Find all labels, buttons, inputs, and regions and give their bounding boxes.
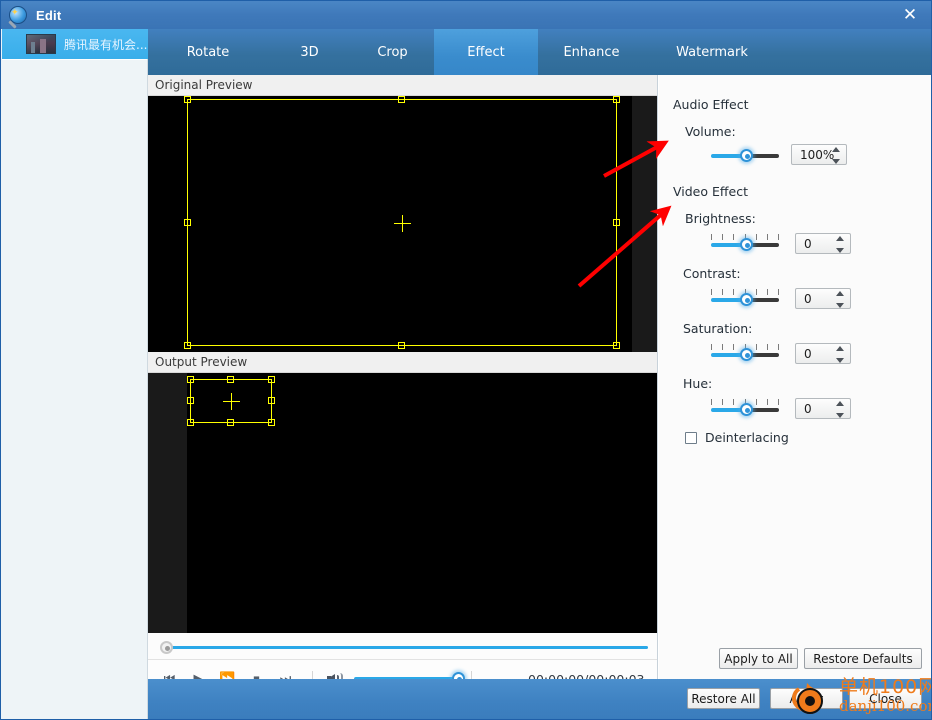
deinterlacing-checkbox-row[interactable]: Deinterlacing: [685, 430, 789, 445]
crosshair-icon: [223, 393, 240, 410]
file-list-sidebar: 腾讯最有机会...: [2, 29, 148, 719]
crop-handle-top-left[interactable]: [187, 376, 194, 383]
crop-handle-top-left[interactable]: [184, 96, 191, 103]
title-bar: ✦ Edit ✕: [1, 1, 931, 29]
deinterlacing-checkbox[interactable]: [685, 431, 697, 444]
saturation-stepper[interactable]: [835, 346, 844, 363]
close-button[interactable]: Close: [849, 688, 922, 709]
saturation-slider[interactable]: [711, 344, 779, 362]
restore-all-button[interactable]: Restore All: [687, 688, 760, 709]
tab-bar: Rotate 3D Crop Effect Enhance Watermark: [148, 29, 931, 75]
tab-3d[interactable]: 3D: [268, 29, 351, 75]
brightness-slider[interactable]: [711, 234, 779, 252]
list-item[interactable]: 腾讯最有机会...: [2, 29, 148, 59]
brightness-label: Brightness:: [685, 211, 756, 226]
audio-effect-group-title: Audio Effect: [673, 97, 749, 112]
crop-handle-middle-right[interactable]: [613, 218, 620, 226]
hue-knob[interactable]: [740, 403, 753, 416]
contrast-stepper[interactable]: [835, 291, 844, 308]
seek-bar[interactable]: [148, 633, 657, 660]
saturation-value: 0: [804, 346, 812, 361]
crop-frame-original[interactable]: [184, 96, 620, 349]
brightness-knob[interactable]: [740, 238, 753, 251]
tab-effect[interactable]: Effect: [434, 29, 538, 75]
volume-spinner[interactable]: 100%: [791, 144, 847, 165]
contrast-label: Contrast:: [683, 266, 741, 281]
contrast-knob[interactable]: [740, 293, 753, 306]
crop-handle-middle-left[interactable]: [184, 218, 191, 226]
seek-knob[interactable]: [160, 641, 173, 654]
crop-handle-bottom-center[interactable]: [398, 342, 405, 349]
output-preview-header: Output Preview: [148, 352, 657, 373]
volume-slider[interactable]: [711, 145, 779, 163]
volume-label: Volume:: [685, 124, 736, 139]
crop-handle-bottom-center[interactable]: [227, 419, 234, 426]
crop-handle-bottom-right[interactable]: [613, 342, 620, 349]
tab-enhance[interactable]: Enhance: [538, 29, 645, 75]
tab-crop[interactable]: Crop: [351, 29, 434, 75]
hue-stepper[interactable]: [835, 401, 844, 418]
apply-to-all-button[interactable]: Apply to All: [719, 648, 798, 669]
saturation-spinner[interactable]: 0: [795, 343, 851, 364]
restore-defaults-button[interactable]: Restore Defaults: [804, 648, 922, 669]
hue-slider[interactable]: [711, 399, 779, 417]
list-item-label: 腾讯最有机会...: [64, 37, 148, 52]
seek-track[interactable]: [170, 646, 648, 649]
hue-spinner[interactable]: 0: [795, 398, 851, 419]
contrast-value: 0: [804, 291, 812, 306]
crop-handle-top-center[interactable]: [227, 376, 234, 383]
window-title: Edit: [36, 7, 62, 23]
video-thumbnail: [26, 34, 56, 54]
saturation-knob[interactable]: [740, 348, 753, 361]
close-icon[interactable]: ✕: [887, 1, 931, 29]
tab-rotate[interactable]: Rotate: [148, 29, 268, 75]
contrast-slider[interactable]: [711, 289, 779, 307]
hue-label: Hue:: [683, 376, 713, 391]
content-area: Original Preview Output Preview: [148, 75, 931, 698]
crop-handle-bottom-left[interactable]: [184, 342, 191, 349]
brightness-spinner[interactable]: 0: [795, 233, 851, 254]
file-list-empty-area: [2, 59, 147, 719]
crop-frame-output[interactable]: [187, 376, 275, 426]
tab-watermark[interactable]: Watermark: [645, 29, 779, 75]
crop-handle-top-right[interactable]: [268, 376, 275, 383]
original-preview-header: Original Preview: [148, 75, 657, 96]
crop-handle-middle-left[interactable]: [187, 397, 194, 404]
saturation-label: Saturation:: [683, 321, 753, 336]
edit-dialog: ✦ Edit ✕ 腾讯最有机会... Rotate 3D Crop Effect…: [0, 0, 932, 720]
output-preview-stage[interactable]: [148, 373, 657, 633]
video-effect-group-title: Video Effect: [673, 184, 748, 199]
crop-handle-top-right[interactable]: [613, 96, 620, 103]
crop-handle-bottom-right[interactable]: [268, 419, 275, 426]
deinterlacing-label: Deinterlacing: [705, 430, 789, 445]
preview-column: Original Preview Output Preview: [148, 75, 658, 698]
brightness-value: 0: [804, 236, 812, 251]
crosshair-icon: [394, 214, 411, 232]
edit-magnifier-icon: ✦: [9, 6, 27, 24]
hue-value: 0: [804, 401, 812, 416]
volume-knob[interactable]: [740, 149, 753, 162]
crop-handle-middle-right[interactable]: [268, 397, 275, 404]
crop-handle-bottom-left[interactable]: [187, 419, 194, 426]
volume-stepper[interactable]: [831, 147, 840, 164]
crop-handle-top-center[interactable]: [398, 96, 405, 103]
brightness-stepper[interactable]: [835, 236, 844, 253]
star-glyph: ✦: [11, 7, 19, 17]
contrast-spinner[interactable]: 0: [795, 288, 851, 309]
volume-value: 100%: [800, 147, 835, 162]
original-preview-stage[interactable]: [148, 96, 657, 352]
apply-button[interactable]: Apply: [770, 688, 843, 709]
